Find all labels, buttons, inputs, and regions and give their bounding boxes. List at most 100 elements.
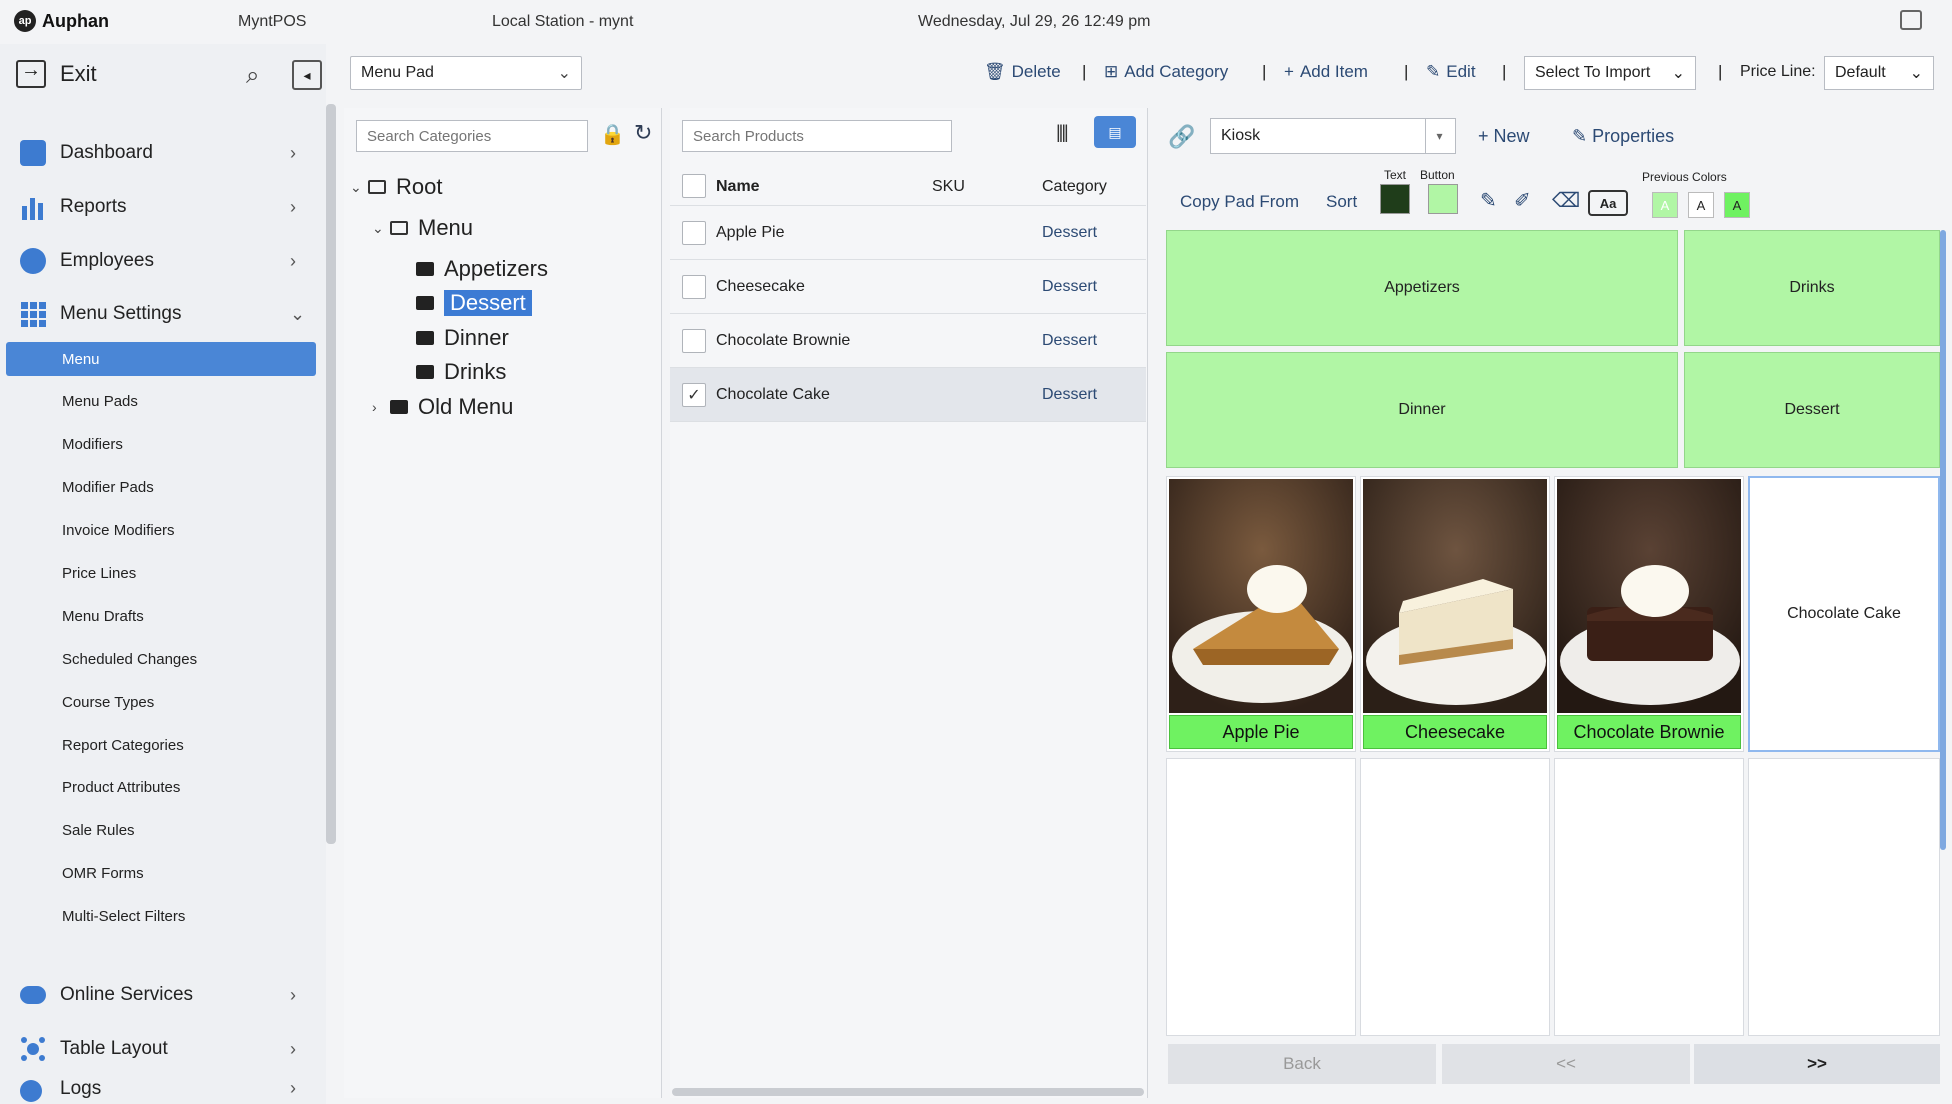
add-category-button[interactable]: ⊞ Add Category	[1104, 62, 1228, 82]
tree-node-appetizers[interactable]: Appetizers	[416, 254, 548, 284]
sidebar-item-menu-pads[interactable]: Menu Pads	[6, 384, 316, 418]
pad-category-button-dinner[interactable]: Dinner	[1166, 352, 1678, 468]
nav-menu-settings[interactable]: Menu Settings ⌄	[0, 289, 320, 339]
collapse-sidebar-icon[interactable]: ◂	[292, 60, 322, 90]
import-select[interactable]: Select To Import ⌄	[1524, 56, 1696, 90]
products-table: Name SKU Category Apple Pie Dessert Chee…	[670, 166, 1146, 422]
tree-node-menu[interactable]: ⌄ Menu	[372, 213, 473, 243]
nav-logs[interactable]: Logs ›	[0, 1078, 320, 1104]
sidebar-item-report-categories[interactable]: Report Categories	[6, 728, 316, 762]
nav-online-services[interactable]: Online Services ›	[0, 970, 320, 1020]
column-header-name[interactable]: Name	[716, 178, 760, 196]
chevron-right-icon: ›	[290, 250, 296, 271]
button-color-swatch[interactable]	[1428, 184, 1458, 214]
pad-item-apple-pie[interactable]: Apple Pie	[1166, 476, 1356, 752]
row-checkbox[interactable]	[682, 221, 706, 245]
tree-node-old-menu[interactable]: › Old Menu	[372, 392, 513, 422]
sidebar-scrollbar[interactable]	[326, 104, 336, 844]
table-row[interactable]: Apple Pie Dessert	[670, 206, 1146, 260]
chat-icon[interactable]	[1900, 10, 1922, 30]
pad-item-chocolate-cake[interactable]: Chocolate Cake	[1748, 476, 1940, 752]
search-products-input[interactable]	[682, 120, 952, 152]
chevron-right-icon: ›	[290, 196, 296, 217]
color-picker-icon[interactable]: ✎	[1480, 188, 1497, 213]
pad-vertical-scrollbar[interactable]	[1940, 230, 1946, 850]
refresh-icon[interactable]: ↻	[634, 120, 652, 146]
tree-node-dessert[interactable]: Dessert	[416, 288, 532, 318]
sidebar-item-multi-select-filters[interactable]: Multi-Select Filters	[6, 899, 316, 933]
pad-empty-cell[interactable]	[1166, 758, 1356, 1036]
sidebar-item-menu-drafts[interactable]: Menu Drafts	[6, 599, 316, 633]
folder-icon	[416, 296, 434, 310]
pad-item-chocolate-brownie[interactable]: Chocolate Brownie	[1554, 476, 1744, 752]
price-line-select[interactable]: Default ⌄	[1824, 56, 1934, 90]
pad-category-button-appetizers[interactable]: Appetizers	[1166, 230, 1678, 346]
barcode-view-icon[interactable]: ||||	[1056, 122, 1069, 143]
pad-category-button-drinks[interactable]: Drinks	[1684, 230, 1940, 346]
previous-color-swatch[interactable]: A	[1652, 192, 1678, 218]
eraser-icon[interactable]: ⌫	[1552, 188, 1580, 213]
nav-table-layout[interactable]: Table Layout ›	[0, 1024, 320, 1074]
separator: |	[1262, 62, 1267, 81]
pad-layout-select[interactable]: Kiosk ▾	[1210, 118, 1456, 154]
sort-button[interactable]: Sort	[1326, 192, 1357, 212]
tree-node-drinks[interactable]: Drinks	[416, 357, 506, 387]
products-horizontal-scrollbar[interactable]	[672, 1088, 1144, 1096]
select-all-checkbox[interactable]	[682, 174, 706, 198]
nav-reports[interactable]: Reports ›	[0, 182, 320, 232]
column-header-sku[interactable]: SKU	[932, 178, 965, 196]
sidebar-item-invoice-modifiers[interactable]: Invoice Modifiers	[6, 513, 316, 547]
properties-button[interactable]: ✎ Properties	[1572, 126, 1674, 147]
search-categories-input[interactable]	[356, 120, 588, 152]
edit-label: Edit	[1446, 62, 1476, 81]
pad-empty-cell[interactable]	[1748, 758, 1940, 1036]
new-button[interactable]: + New	[1478, 126, 1530, 147]
column-header-category[interactable]: Category	[1042, 178, 1107, 196]
pad-empty-cell[interactable]	[1554, 758, 1744, 1036]
row-checkbox-checked[interactable]: ✓	[682, 383, 706, 407]
tree-node-root[interactable]: ⌄ Root	[350, 172, 442, 202]
folder-icon	[416, 365, 434, 379]
sidebar-item-product-attributes[interactable]: Product Attributes	[6, 770, 316, 804]
text-color-swatch[interactable]	[1380, 184, 1410, 214]
row-checkbox[interactable]	[682, 275, 706, 299]
sidebar-item-course-types[interactable]: Course Types	[6, 685, 316, 719]
sidebar-item-scheduled-changes[interactable]: Scheduled Changes	[6, 642, 316, 676]
previous-color-swatch[interactable]: A	[1724, 192, 1750, 218]
table-row[interactable]: Cheesecake Dessert	[670, 260, 1146, 314]
previous-color-swatch[interactable]: A	[1688, 192, 1714, 218]
delete-button[interactable]: 🗑 Delete	[984, 62, 1061, 82]
grid-icon	[20, 301, 46, 327]
link-icon[interactable]: 🔗	[1168, 124, 1195, 150]
row-checkbox[interactable]	[682, 329, 706, 353]
sidebar-item-modifiers[interactable]: Modifiers	[6, 427, 316, 461]
nav-dashboard[interactable]: Dashboard ›	[0, 128, 320, 178]
back-button[interactable]: Back	[1168, 1044, 1436, 1084]
chocolate-brownie-image	[1557, 479, 1741, 713]
table-row[interactable]: ✓ Chocolate Cake Dessert	[670, 368, 1146, 422]
previous-page-button[interactable]: <<	[1442, 1044, 1690, 1084]
font-style-button[interactable]: Aa	[1588, 190, 1628, 216]
sidebar-item-price-lines[interactable]: Price Lines	[6, 556, 316, 590]
tree-node-dinner[interactable]: Dinner	[416, 323, 509, 353]
search-icon[interactable]: ⌕	[246, 62, 259, 90]
pad-empty-cell[interactable]	[1360, 758, 1550, 1036]
next-page-button[interactable]: >>	[1694, 1044, 1940, 1084]
sidebar-item-sale-rules[interactable]: Sale Rules	[6, 813, 316, 847]
sidebar-item-menu[interactable]: Menu	[6, 342, 316, 376]
menu-pad-select[interactable]: Menu Pad ⌄	[350, 56, 582, 90]
chevron-down-icon: ⌄	[290, 303, 306, 324]
edit-button[interactable]: ✎ Edit	[1426, 62, 1476, 82]
sidebar-item-modifier-pads[interactable]: Modifier Pads	[6, 470, 316, 504]
paint-dropper-icon[interactable]: ✐	[1514, 188, 1531, 213]
lock-icon[interactable]: 🔒	[600, 122, 625, 147]
table-row[interactable]: Chocolate Brownie Dessert	[670, 314, 1146, 368]
pad-category-button-dessert[interactable]: Dessert	[1684, 352, 1940, 468]
list-view-icon[interactable]: ▤	[1094, 116, 1136, 148]
exit-button[interactable]: Exit	[16, 59, 97, 88]
nav-employees[interactable]: Employees ›	[0, 236, 320, 286]
copy-pad-from-button[interactable]: Copy Pad From	[1180, 192, 1299, 212]
sidebar-item-omr-forms[interactable]: OMR Forms	[6, 856, 316, 890]
add-item-button[interactable]: + Add Item	[1284, 62, 1368, 82]
pad-item-cheesecake[interactable]: Cheesecake	[1360, 476, 1550, 752]
